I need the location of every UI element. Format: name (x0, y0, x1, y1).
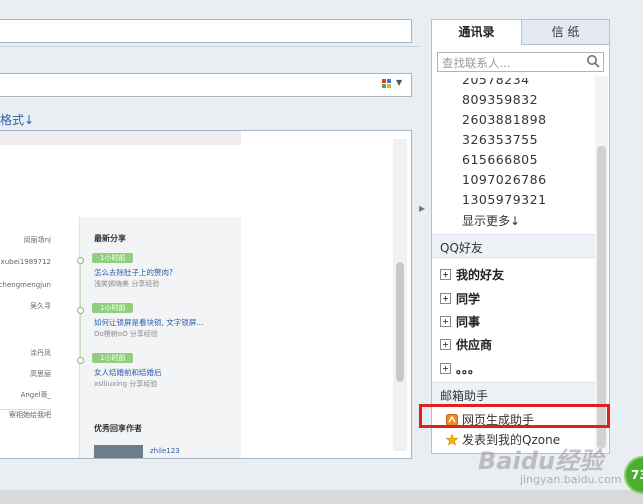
format-link[interactable]: 格式↓ (0, 111, 34, 128)
group-label: 。。。 (456, 362, 481, 376)
user-name: 涂丹凤 (30, 349, 51, 357)
user-name: 察相她给我吧 (9, 411, 51, 419)
timeline-dot (77, 357, 84, 364)
collapse-arrow-icon[interactable]: ▶ (419, 204, 425, 213)
group-label: 供应商 (456, 338, 493, 352)
baidu-watermark: Baidu经验 (478, 447, 603, 475)
share-link[interactable]: 如何让锁屏是看块锁, 文字锁屏... (94, 317, 203, 328)
time-badge: 1小时前 (92, 353, 134, 363)
divider (0, 46, 420, 47)
divider (0, 409, 51, 410)
expand-plus-icon[interactable] (440, 339, 451, 350)
user-name: 闵丽场nj (23, 236, 51, 244)
group-suppliers[interactable]: 供应商 (440, 336, 492, 353)
editor-scrollbar-thumb[interactable] (396, 262, 404, 382)
contact-number[interactable]: 1097026786 (462, 172, 547, 187)
contact-number[interactable]: 809359832 (462, 92, 538, 107)
user-name: chengmengjun (0, 281, 51, 289)
timeline-line (77, 257, 84, 364)
expand-plus-icon[interactable] (440, 269, 451, 280)
subject-input[interactable] (0, 19, 412, 43)
count-badge[interactable]: 73 (624, 456, 643, 494)
color-grid-icon[interactable] (382, 79, 392, 89)
user-name: 吴久寻 (30, 302, 51, 310)
contact-number[interactable]: 326353755 (462, 132, 538, 147)
contact-number[interactable]: 615666805 (462, 152, 538, 167)
author-name[interactable]: zhile123 (150, 447, 180, 455)
share-link[interactable]: 女人结婚前和结婚后 (94, 367, 162, 378)
group-my-friends[interactable]: 我的好友 (440, 266, 504, 283)
section-title: QQ好友 (440, 241, 483, 255)
user-name: 高思丽 (30, 370, 51, 378)
share-card: 最新分享 1小时前 怎么去除肚子上的赘肉? 浅笑嫣嗨美 分享经验 1小时前 如何… (77, 217, 241, 458)
group-label: 我的好友 (456, 268, 505, 282)
tab-letters[interactable]: 信 纸 (522, 20, 609, 44)
contacts-scrollbar-thumb[interactable] (597, 146, 606, 448)
share-link[interactable]: 怎么去除肚子上的赘肉? (94, 267, 173, 278)
contact-search-input[interactable]: 查找联系人... (437, 52, 604, 72)
annotation-highlight-box (419, 404, 610, 428)
section-title: 邮箱助手 (440, 389, 489, 403)
preview-header-bar (0, 131, 241, 145)
share-meta: xslliuxing 分享经验 (94, 380, 158, 388)
status-bar (0, 490, 643, 504)
search-placeholder: 查找联系人... (442, 56, 511, 70)
contact-number[interactable]: 2603881898 (462, 112, 547, 127)
chevron-down-icon[interactable]: ▼ (396, 78, 402, 87)
show-more-link[interactable]: 显示更多↓ (462, 212, 520, 229)
group-classmates[interactable]: 同学 (440, 290, 480, 307)
group-colleagues[interactable]: 同事 (440, 313, 480, 330)
star-icon (446, 434, 458, 446)
contact-number[interactable]: 20578234 (462, 78, 530, 87)
share-meta: Oo楞树oO 分享经验 (94, 330, 158, 338)
section-heading: 最新分享 (94, 234, 126, 243)
user-name: Angel哥_ (20, 391, 51, 399)
expand-plus-icon[interactable] (440, 363, 451, 374)
section-heading: 优秀回享作者 (94, 424, 142, 433)
tab-contacts[interactable]: 通讯录 (432, 20, 522, 45)
qq-friends-header[interactable]: QQ好友 (432, 234, 595, 258)
contacts-panel: 通讯录 信 纸 查找联系人... 20578234 809359832 2603… (431, 19, 610, 454)
timeline-dot (77, 257, 84, 264)
expand-plus-icon[interactable] (440, 316, 451, 327)
contact-number[interactable]: 1305979321 (462, 192, 547, 207)
watermark-url: jingyan.baidu.com (520, 473, 622, 486)
mail-editor[interactable]: 闵丽场nj xubei1989712 chengmengjun 吴久寻 涂丹凤 … (0, 130, 412, 459)
search-icon[interactable] (586, 54, 601, 69)
expand-plus-icon[interactable] (440, 293, 451, 304)
user-name: xubei1989712 (0, 258, 51, 266)
timeline-dot (77, 307, 84, 314)
time-badge: 1小时前 (92, 253, 134, 263)
mail-helper-header[interactable]: 邮箱助手 (432, 382, 595, 406)
format-toolbar[interactable] (0, 73, 412, 97)
author-thumbnail[interactable] (94, 445, 143, 458)
group-label: 同学 (456, 292, 481, 306)
panel-tabs: 通讯录 信 纸 (432, 20, 609, 45)
time-badge: 1小时前 (92, 303, 134, 313)
group-more[interactable]: 。。。 (440, 360, 480, 377)
share-meta: 浅笑嫣嗨美 分享经验 (94, 280, 160, 288)
group-label: 同事 (456, 315, 481, 329)
